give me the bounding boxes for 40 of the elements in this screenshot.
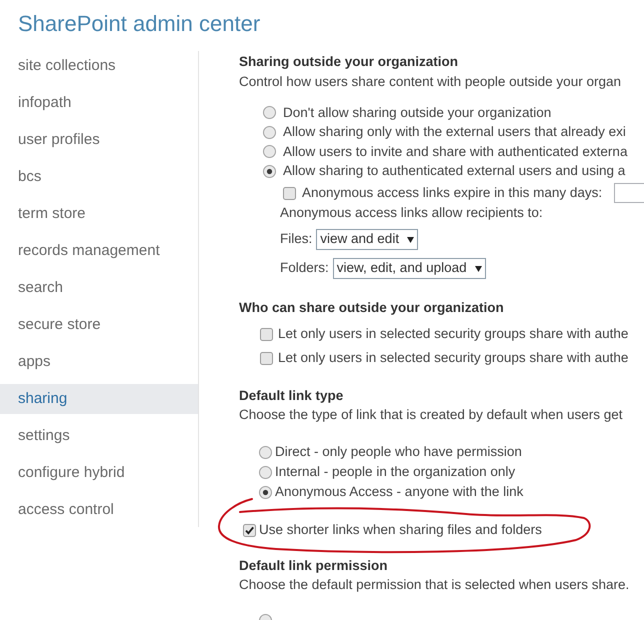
nav-item[interactable]: infopath <box>0 88 198 118</box>
nav-item[interactable]: user profiles <box>0 125 198 155</box>
section-heading: Default link type <box>239 388 344 403</box>
dropdown-label: Files: <box>280 230 312 248</box>
radio-option[interactable]: Internal - people in the organization only <box>259 462 516 482</box>
checkbox-option[interactable]: Let only users in selected security groups share with authe <box>260 346 628 370</box>
nav-item[interactable]: site collections <box>0 51 198 81</box>
nav-item[interactable]: access control <box>0 495 198 525</box>
section-description: Choose the default permission that is selected when users share. <box>239 577 630 592</box>
page-title: SharePoint admin center <box>18 13 260 35</box>
section-heading: Sharing outside your organization <box>239 54 458 69</box>
caret-down-icon <box>407 236 414 242</box>
nav-item[interactable]: term store <box>0 199 198 229</box>
dropdown[interactable]: view and edit <box>316 229 418 250</box>
section-description: Control how users share content with people outside your organ <box>239 74 621 89</box>
section-description: Choose the type of link that is created by default when users get <box>239 407 622 422</box>
section-heading: Default link permission <box>239 558 388 573</box>
radio-option[interactable]: Anonymous Access - anyone with the link <box>259 482 524 502</box>
checkbox-option[interactable]: Anonymous access links expire in this many days: <box>283 182 602 204</box>
nav-item[interactable]: sharing <box>0 384 198 414</box>
checkbox-option[interactable]: Use shorter links when sharing files and folders <box>243 520 542 540</box>
nav-item[interactable]: bcs <box>0 162 198 192</box>
radio-option[interactable]: Direct - only people who have permission <box>259 442 522 462</box>
nav-item[interactable]: apps <box>0 347 198 377</box>
nav-item[interactable]: search <box>0 273 198 303</box>
dropdown[interactable]: view, edit, and upload <box>332 258 486 279</box>
days-input-field[interactable] <box>614 183 644 203</box>
recipients-label: Anonymous access links allow recipients to: <box>280 205 543 220</box>
radio-option[interactable]: Allow users to invite and share with authenticated externa <box>263 142 628 162</box>
nav-item[interactable]: records management <box>0 236 198 266</box>
radio-option[interactable]: Allow sharing to authenticated external users and using a <box>263 162 626 181</box>
radio-option[interactable]: Don't allow sharing outside your organization <box>263 103 552 122</box>
caret-down-icon <box>474 266 482 272</box>
radio-option[interactable]: Allow sharing only with the external users that already exi <box>263 122 626 142</box>
nav-item[interactable]: secure store <box>0 310 198 340</box>
nav-item[interactable]: configure hybrid <box>0 458 198 488</box>
section-heading: Who can share outside your organization <box>239 300 504 315</box>
nav-item[interactable]: settings <box>0 421 198 451</box>
checkbox-option[interactable]: Let only users in selected security groups share with authe <box>260 322 628 346</box>
dropdown-label: Folders: <box>280 259 329 278</box>
